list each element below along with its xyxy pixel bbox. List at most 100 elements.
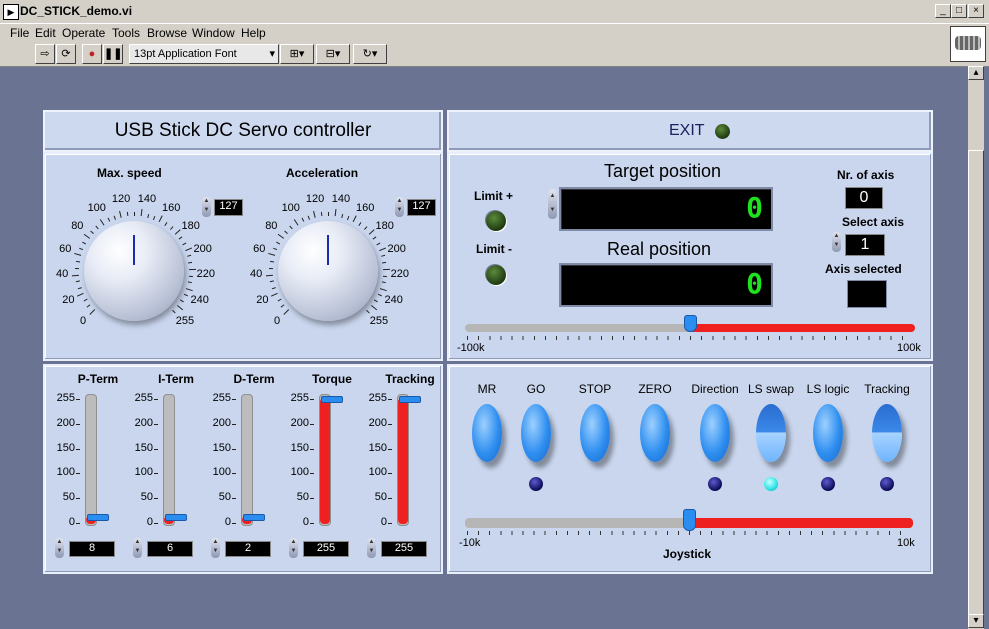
knob-tick-mark	[169, 226, 174, 230]
run-continuous-icon[interactable]: ⟳	[56, 44, 76, 64]
knob-tick-mark	[372, 236, 377, 240]
position-slider[interactable]: -100k 100k	[457, 315, 921, 354]
vslider-value[interactable]: 8	[69, 541, 115, 557]
max-speed-spinner[interactable]: ▲ ▼	[202, 197, 211, 217]
run-icon[interactable]: ⇨	[35, 44, 55, 64]
menu-operate[interactable]: Operate	[62, 26, 105, 40]
acceleration-value[interactable]: 127	[407, 199, 436, 216]
knob-tick-mark	[83, 298, 88, 302]
vslider-scale-label: 0	[302, 516, 309, 528]
toggle-button[interactable]	[580, 404, 610, 462]
scroll-thumb[interactable]	[968, 150, 984, 618]
toggle-button[interactable]	[872, 404, 902, 462]
knob-tick-label: 255	[175, 314, 195, 327]
menu-help[interactable]: Help	[241, 26, 266, 40]
knob-tick-mark	[119, 210, 123, 218]
exit-label[interactable]: EXIT	[669, 122, 705, 140]
vslider-spinner[interactable]: ▲ ▼	[133, 538, 142, 558]
position-slider-thumb[interactable]	[684, 315, 697, 332]
toggle-button[interactable]	[521, 404, 551, 462]
menu-browse[interactable]: Browse	[147, 26, 187, 40]
vslider-track[interactable]	[85, 394, 97, 526]
knob-tick-mark	[82, 241, 87, 245]
max-speed-value[interactable]: 127	[214, 199, 243, 216]
max-speed-knob[interactable]	[84, 221, 184, 321]
joystick-thumb[interactable]	[683, 509, 696, 531]
knob-tick-mark	[266, 274, 274, 276]
joystick-min-label: -10k	[459, 537, 481, 549]
vslider-scale-label: 50	[218, 491, 231, 504]
knob-tick-mark	[301, 217, 304, 222]
scroll-up-button[interactable]: ▴	[968, 66, 984, 80]
button-label: Tracking	[864, 382, 910, 396]
exit-panel[interactable]: EXIT	[447, 110, 933, 152]
knob-tick-mark	[276, 241, 281, 245]
exit-led	[715, 124, 730, 139]
knob-tick-label: 200	[193, 242, 212, 255]
close-button[interactable]: ×	[968, 4, 984, 18]
knob-tick-mark	[375, 242, 380, 245]
vslider-spinner[interactable]: ▲ ▼	[211, 538, 220, 558]
vslider-thumb[interactable]	[87, 514, 109, 521]
real-position-value: 0	[746, 267, 763, 300]
vslider-value[interactable]: 255	[303, 541, 349, 557]
knob-tick-label: 140	[137, 193, 157, 206]
knob-tick-mark	[187, 281, 192, 284]
knob-tick-mark	[174, 228, 181, 235]
vslider-scale-label: 255	[290, 392, 309, 404]
toggle-button[interactable]	[813, 404, 843, 462]
select-axis-spinner[interactable]: ▲ ▼	[832, 232, 841, 252]
abort-icon[interactable]: ●	[82, 44, 102, 64]
vslider-thumb[interactable]	[243, 514, 265, 521]
vi-icon	[950, 26, 986, 62]
align-objects-icon[interactable]: ⊞▾	[280, 44, 314, 64]
vslider-value[interactable]: 6	[147, 541, 193, 557]
vslider-spinner[interactable]: ▲ ▼	[367, 538, 376, 558]
acceleration-spinner[interactable]: ▲ ▼	[395, 197, 404, 217]
knob-tick-mark	[127, 212, 129, 217]
target-position-display[interactable]: 0	[559, 187, 773, 231]
vslider-scale-mark	[154, 498, 158, 500]
knob-tick-label: 160	[162, 202, 181, 215]
knob-tick-mark	[377, 294, 382, 297]
vslider-value[interactable]: 2	[225, 541, 271, 557]
status-led	[764, 477, 778, 491]
maximize-button[interactable]: □	[951, 4, 967, 18]
vslider-spinner[interactable]: ▲ ▼	[289, 538, 298, 558]
vslider-thumb[interactable]	[399, 396, 421, 403]
knob-tick-mark	[178, 236, 183, 240]
limit-minus-led	[486, 265, 506, 285]
minimize-button[interactable]: _	[935, 4, 951, 18]
menu-window[interactable]: Window	[192, 26, 235, 40]
toggle-button[interactable]	[756, 404, 786, 462]
target-position-spinner[interactable]: ▲ ▼	[548, 189, 557, 219]
knob-tick-label: 220	[390, 268, 410, 281]
vslider-scale-label: 200	[212, 416, 231, 429]
distribute-objects-icon[interactable]: ⊟▾	[316, 44, 350, 64]
vslider-thumb[interactable]	[321, 396, 343, 403]
toggle-button[interactable]	[472, 404, 502, 462]
select-axis-value[interactable]: 1	[845, 234, 885, 256]
menu-file[interactable]: File	[10, 26, 29, 40]
reorder-icon[interactable]: ↻▾	[353, 44, 387, 64]
vslider-track[interactable]	[241, 394, 253, 526]
menu-tools[interactable]: Tools	[112, 26, 140, 40]
toggle-button[interactable]	[640, 404, 670, 462]
joystick-slider[interactable]: -10k 10k	[459, 509, 917, 549]
acceleration-knob[interactable]	[278, 221, 378, 321]
vslider-track[interactable]	[163, 394, 175, 526]
knob-tick-mark	[370, 305, 377, 311]
toggle-button[interactable]	[700, 404, 730, 462]
vslider-value[interactable]: 255	[381, 541, 427, 557]
knob-tick-mark	[382, 275, 387, 277]
vslider-spinner[interactable]: ▲ ▼	[55, 538, 64, 558]
pause-icon[interactable]: ❚❚	[103, 44, 123, 64]
vslider-thumb[interactable]	[165, 514, 187, 521]
vertical-scrollbar[interactable]: ▴ ▾	[968, 66, 984, 629]
scroll-down-button[interactable]: ▾	[968, 614, 984, 628]
font-select[interactable]: 13pt Application Font ▾	[129, 44, 279, 64]
knob-tick-mark	[75, 267, 80, 269]
menu-edit[interactable]: Edit	[35, 26, 56, 40]
knob-tick-mark	[180, 299, 185, 303]
limit-minus-label: Limit -	[476, 242, 512, 256]
